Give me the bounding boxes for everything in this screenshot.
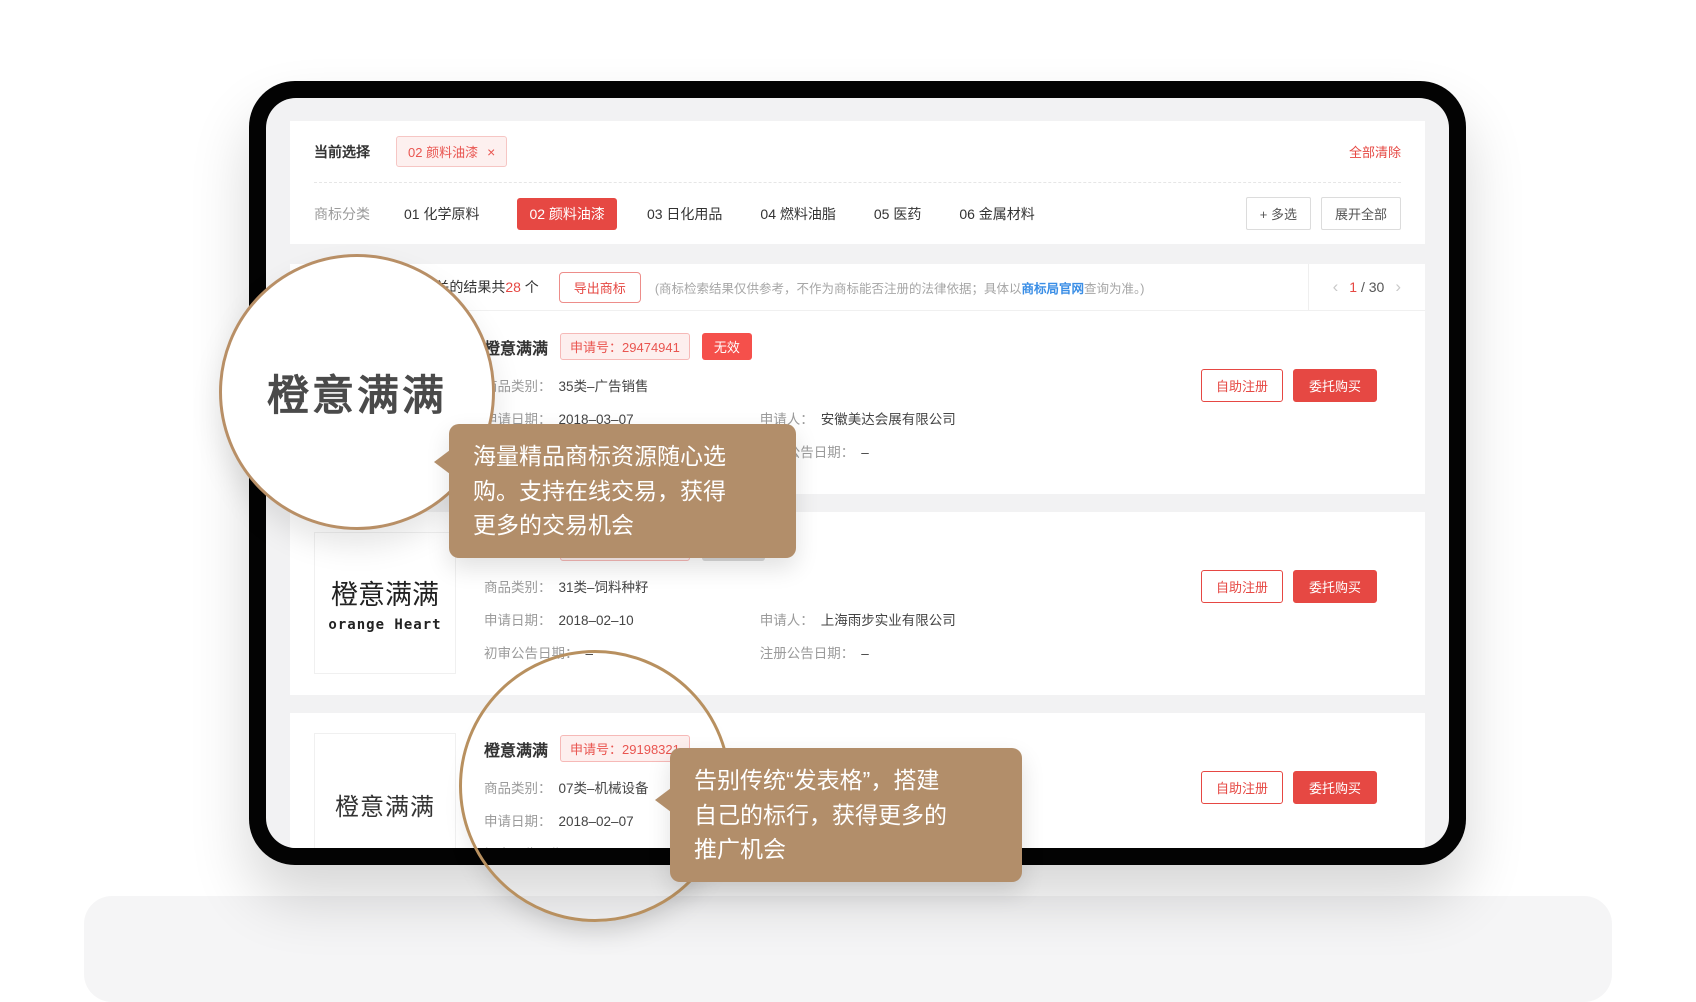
disclaimer-suffix: 查询为准。) bbox=[1084, 282, 1144, 296]
tooltip-line: 更多的交易机会 bbox=[473, 508, 772, 543]
registration-publication-value: – bbox=[861, 646, 869, 661]
multi-select-button[interactable]: + 多选 bbox=[1246, 197, 1311, 230]
selected-filter-tag-label: 02 颜料油漆 bbox=[408, 142, 478, 161]
export-trademarks-button[interactable]: 导出商标 bbox=[559, 272, 641, 303]
category-item-06[interactable]: 06 金属材料 bbox=[959, 204, 1034, 224]
trademark-name: 橙意满满 bbox=[484, 335, 548, 359]
row-2-actions: 自助注册 委托购买 bbox=[1201, 570, 1377, 603]
results-count: 28 bbox=[505, 279, 521, 295]
total-pages: 30 bbox=[1369, 279, 1385, 295]
current-page: 1 bbox=[1349, 279, 1357, 295]
self-register-button[interactable]: 自助注册 bbox=[1201, 771, 1283, 804]
tooltip-arrow-icon bbox=[655, 788, 671, 812]
category-item-03[interactable]: 03 日化用品 bbox=[647, 204, 722, 224]
application-number-label: 申请号： bbox=[570, 340, 622, 355]
status-badge-invalid: 无效 bbox=[702, 333, 752, 360]
trademark-image-2-subtext: orange Heart bbox=[328, 617, 441, 633]
expand-all-button[interactable]: 展开全部 bbox=[1321, 197, 1401, 230]
laptop-base bbox=[84, 896, 1612, 1002]
category-row-label: 商标分类 bbox=[314, 204, 370, 224]
goods-category-value: 35类–广告销售 bbox=[559, 379, 649, 394]
applicant-label: 申请人： bbox=[760, 613, 814, 628]
tooltip-promotion: 告别传统“发表格”，搭建 自己的标行，获得更多的 推广机会 bbox=[670, 748, 1022, 882]
magnified-trademark-text: 橙意满满 bbox=[267, 362, 447, 423]
tooltip-line: 海量精品商标资源随心选 bbox=[473, 439, 772, 474]
current-selection-label: 当前选择 bbox=[314, 142, 370, 162]
page-separator: / bbox=[1361, 279, 1365, 295]
trademark-image-2: 橙意满满 orange Heart bbox=[314, 532, 456, 674]
entrust-buy-button[interactable]: 委托购买 bbox=[1293, 771, 1377, 804]
category-item-02-active[interactable]: 02 颜料油漆 bbox=[517, 198, 616, 230]
tooltip-line: 推广机会 bbox=[694, 832, 998, 867]
tooltip-line: 自己的标行，获得更多的 bbox=[694, 798, 998, 833]
selected-filter-tag[interactable]: 02 颜料油漆 × bbox=[396, 136, 507, 167]
category-row: 商标分类 01 化学原料 02 颜料油漆 03 日化用品 04 燃料油脂 05 … bbox=[290, 183, 1425, 244]
next-page-icon[interactable]: › bbox=[1395, 277, 1401, 297]
current-selection-row: 当前选择 02 颜料油漆 × 全部清除 bbox=[290, 121, 1425, 182]
category-item-05[interactable]: 05 医药 bbox=[874, 204, 921, 224]
self-register-button[interactable]: 自助注册 bbox=[1201, 369, 1283, 402]
clear-all-button[interactable]: 全部清除 bbox=[1349, 142, 1401, 161]
entrust-buy-button[interactable]: 委托购买 bbox=[1293, 369, 1377, 402]
application-date-value: 2018–02–10 bbox=[559, 613, 634, 628]
registration-publication-value: – bbox=[861, 445, 869, 460]
tooltip-line: 告别传统“发表格”，搭建 bbox=[694, 763, 998, 798]
category-actions: + 多选 展开全部 bbox=[1246, 197, 1401, 230]
trademark-image-3-text: 橙意满满 bbox=[335, 787, 435, 822]
application-number-value: 29474941 bbox=[622, 340, 680, 355]
pagination: ‹ 1 / 30 › bbox=[1308, 264, 1425, 310]
row-1-actions: 自助注册 委托购买 bbox=[1201, 369, 1377, 402]
self-register-button[interactable]: 自助注册 bbox=[1201, 570, 1283, 603]
tooltip-arrow-icon bbox=[434, 450, 450, 474]
results-disclaimer: (商标检索结果仅供参考，不作为商标能否注册的法律依据；具体以商标局官网查询为准。… bbox=[655, 278, 1145, 297]
trademark-image-3: 橙意满满 bbox=[314, 733, 456, 848]
remove-filter-icon[interactable]: × bbox=[487, 145, 495, 159]
registration-publication-label: 注册公告日期： bbox=[760, 646, 855, 661]
tooltip-line: 购。支持在线交易，获得 bbox=[473, 474, 772, 509]
tooltip-marketplace: 海量精品商标资源随心选 购。支持在线交易，获得 更多的交易机会 bbox=[449, 424, 796, 558]
applicant-value: 上海雨步实业有限公司 bbox=[821, 613, 956, 628]
results-summary-suffix: 个 bbox=[521, 279, 539, 295]
trademark-office-link[interactable]: 商标局官网 bbox=[1021, 282, 1084, 296]
category-item-04[interactable]: 04 燃料油脂 bbox=[760, 204, 835, 224]
category-item-01[interactable]: 01 化学原料 bbox=[404, 204, 479, 224]
goods-category-label: 商品类别： bbox=[484, 580, 552, 595]
page-indicator: 1 / 30 bbox=[1349, 279, 1384, 295]
application-date-label: 申请日期： bbox=[484, 613, 552, 628]
applicant-value: 安徽美达会展有限公司 bbox=[821, 412, 956, 427]
application-number-tag: 申请号：29474941 bbox=[560, 333, 690, 360]
filter-card: 当前选择 02 颜料油漆 × 全部清除 商标分类 01 化学原料 02 颜料油漆… bbox=[290, 121, 1425, 244]
prev-page-icon[interactable]: ‹ bbox=[1333, 277, 1339, 297]
entrust-buy-button[interactable]: 委托购买 bbox=[1293, 570, 1377, 603]
disclaimer-prefix: (商标检索结果仅供参考，不作为商标能否注册的法律依据；具体以 bbox=[655, 282, 1022, 296]
row-3-actions: 自助注册 委托购买 bbox=[1201, 771, 1377, 804]
goods-category-value: 31类–饲料种籽 bbox=[559, 580, 649, 595]
trademark-image-2-text: 橙意满满 bbox=[331, 573, 439, 612]
